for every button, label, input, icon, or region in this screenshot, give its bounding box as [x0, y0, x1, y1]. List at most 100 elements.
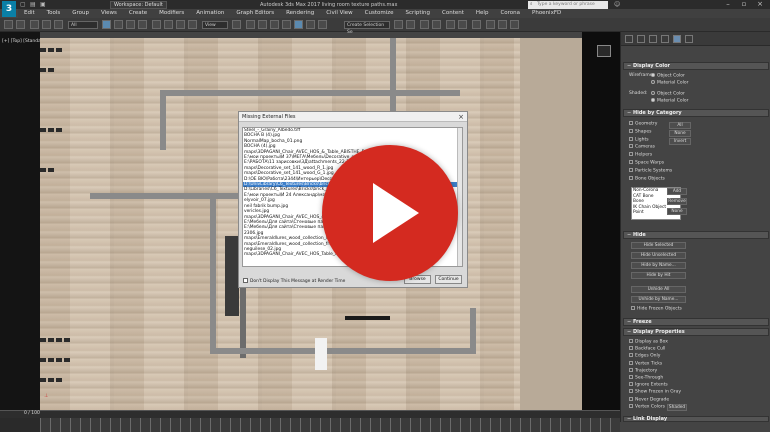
add-button[interactable]: Add: [667, 188, 687, 195]
radio-icon[interactable]: [651, 91, 655, 95]
menu-scripting[interactable]: Scripting: [400, 9, 436, 18]
menu-rendering[interactable]: Rendering: [280, 9, 320, 18]
rectangle-selection-icon[interactable]: [126, 20, 135, 29]
save-icon[interactable]: ▣: [40, 0, 46, 9]
category-checkbox[interactable]: Space Warps: [629, 160, 664, 167]
all-button[interactable]: All: [669, 122, 691, 129]
rollout-link-display[interactable]: Link Display: [623, 416, 769, 422]
shaded-material-color-radio[interactable]: Material Color: [651, 98, 688, 105]
scale-icon[interactable]: [176, 20, 185, 29]
toggle-ribbon-icon[interactable]: [432, 20, 441, 29]
curve-editor-icon[interactable]: [446, 20, 455, 29]
undo-icon[interactable]: [4, 20, 13, 29]
search-input[interactable]: ⌕ Type a keyword or phrase: [528, 1, 608, 9]
none-list-button[interactable]: None: [667, 208, 687, 215]
checkbox-icon[interactable]: [629, 136, 633, 141]
menu-tools[interactable]: Tools: [41, 9, 67, 18]
checkbox-icon[interactable]: [629, 167, 633, 172]
spinner-snap-icon[interactable]: [306, 20, 315, 29]
menu-modifiers[interactable]: Modifiers: [153, 9, 190, 18]
display-property-checkbox[interactable]: Backface Cull: [629, 346, 665, 353]
selection-filter-dropdown[interactable]: All: [68, 21, 98, 29]
invert-button[interactable]: Invert: [669, 138, 691, 145]
rollout-display-properties[interactable]: Display Properties: [623, 328, 769, 336]
display-property-checkbox[interactable]: Ignore Extents: [629, 382, 668, 389]
menu-civil-view[interactable]: Civil View: [320, 9, 358, 18]
close-button[interactable]: ×: [752, 0, 768, 9]
utilities-tab-icon[interactable]: [685, 35, 693, 43]
rollout-display-color[interactable]: Display Color: [623, 62, 769, 70]
display-property-checkbox[interactable]: Vertex Colors: [629, 403, 665, 411]
rollout-freeze[interactable]: Freeze: [623, 318, 769, 326]
dont-display-checkbox[interactable]: Don't Display This Message at Render Tim…: [243, 278, 345, 285]
maximize-button[interactable]: ▫: [736, 0, 752, 9]
checkbox-icon[interactable]: [629, 175, 633, 180]
menu-customize[interactable]: Customize: [359, 9, 400, 18]
select-by-name-icon[interactable]: [114, 20, 123, 29]
menu-edit[interactable]: Edit: [18, 9, 41, 18]
user-icon[interactable]: ☺: [614, 0, 620, 9]
motion-tab-icon[interactable]: [661, 35, 669, 43]
none-button[interactable]: None: [669, 130, 691, 137]
unhide-all-button[interactable]: Unhide All: [631, 286, 686, 293]
checkbox-icon[interactable]: [629, 144, 633, 149]
minimize-button[interactable]: –: [720, 0, 736, 9]
checkbox-icon[interactable]: [629, 121, 633, 125]
wireframe-material-color-radio[interactable]: Material Color: [651, 80, 688, 87]
workspace-selector[interactable]: Workspace: Default: [110, 1, 167, 9]
hide-unselected-button[interactable]: Hide Unselected: [631, 252, 686, 259]
category-checkbox[interactable]: Geometry: [629, 121, 657, 128]
reference-coordinate-dropdown[interactable]: View: [202, 21, 228, 29]
checkbox-icon[interactable]: [629, 367, 633, 372]
menu-content[interactable]: Content: [436, 9, 470, 18]
rollout-hide-by-category[interactable]: Hide by Category: [623, 109, 769, 117]
category-checkbox[interactable]: Helpers: [629, 152, 652, 159]
display-property-checkbox[interactable]: Vertex Ticks: [629, 360, 662, 368]
checkbox-icon[interactable]: [629, 396, 633, 401]
checkbox-icon[interactable]: [629, 353, 633, 358]
display-property-checkbox[interactable]: Trajectory: [629, 367, 657, 375]
category-checkbox[interactable]: Shapes: [629, 128, 651, 136]
wireframe-object-color-radio[interactable]: Object Color: [651, 73, 685, 80]
checkbox-icon[interactable]: [629, 346, 633, 351]
checkbox-icon[interactable]: [629, 339, 633, 343]
hide-selected-button[interactable]: Hide Selected: [631, 242, 686, 249]
snap-toggle-icon[interactable]: [270, 20, 279, 29]
hierarchy-tab-icon[interactable]: [649, 35, 657, 43]
pivot-center-icon[interactable]: [232, 20, 241, 29]
shaded-object-color-radio[interactable]: Object Color: [651, 91, 685, 98]
category-checkbox[interactable]: Cameras: [629, 144, 655, 151]
menu-group[interactable]: Group: [66, 9, 95, 18]
remove-button[interactable]: Remove: [667, 198, 687, 205]
radio-icon[interactable]: [651, 98, 655, 102]
window-crossing-icon[interactable]: [138, 20, 147, 29]
display-property-checkbox[interactable]: Display as Box: [629, 339, 668, 346]
keyboard-shortcut-icon[interactable]: [258, 20, 267, 29]
bind-spacewarp-icon[interactable]: [54, 20, 63, 29]
create-tab-icon[interactable]: [625, 35, 633, 43]
move-icon[interactable]: [152, 20, 161, 29]
percent-snap-icon[interactable]: [294, 20, 303, 29]
menu-graph-editors[interactable]: Graph Editors: [230, 9, 280, 18]
time-slider[interactable]: [0, 410, 620, 418]
video-play-button[interactable]: [322, 145, 458, 281]
layer-explorer-icon[interactable]: [420, 20, 429, 29]
menu-help[interactable]: Help: [470, 9, 495, 18]
shaded-button[interactable]: Shaded: [667, 404, 687, 411]
checkbox-icon[interactable]: [631, 306, 635, 310]
select-object-icon[interactable]: [102, 20, 111, 29]
display-tab-icon[interactable]: [673, 35, 681, 43]
material-editor-icon[interactable]: [472, 20, 481, 29]
menu-create[interactable]: Create: [123, 9, 153, 18]
rollout-hide[interactable]: Hide: [623, 231, 769, 239]
render-setup-icon[interactable]: [486, 20, 495, 29]
open-file-icon[interactable]: ▤: [30, 0, 36, 9]
select-manipulate-icon[interactable]: [246, 20, 255, 29]
display-property-checkbox[interactable]: See-Through: [629, 375, 663, 382]
mirror-icon[interactable]: [394, 20, 403, 29]
checkbox-icon[interactable]: [629, 152, 633, 157]
radio-icon[interactable]: [651, 80, 655, 84]
named-selection-set-dropdown[interactable]: Create Selection Se: [344, 21, 390, 35]
edit-named-selection-icon[interactable]: [318, 20, 327, 29]
radio-icon[interactable]: [651, 73, 655, 77]
